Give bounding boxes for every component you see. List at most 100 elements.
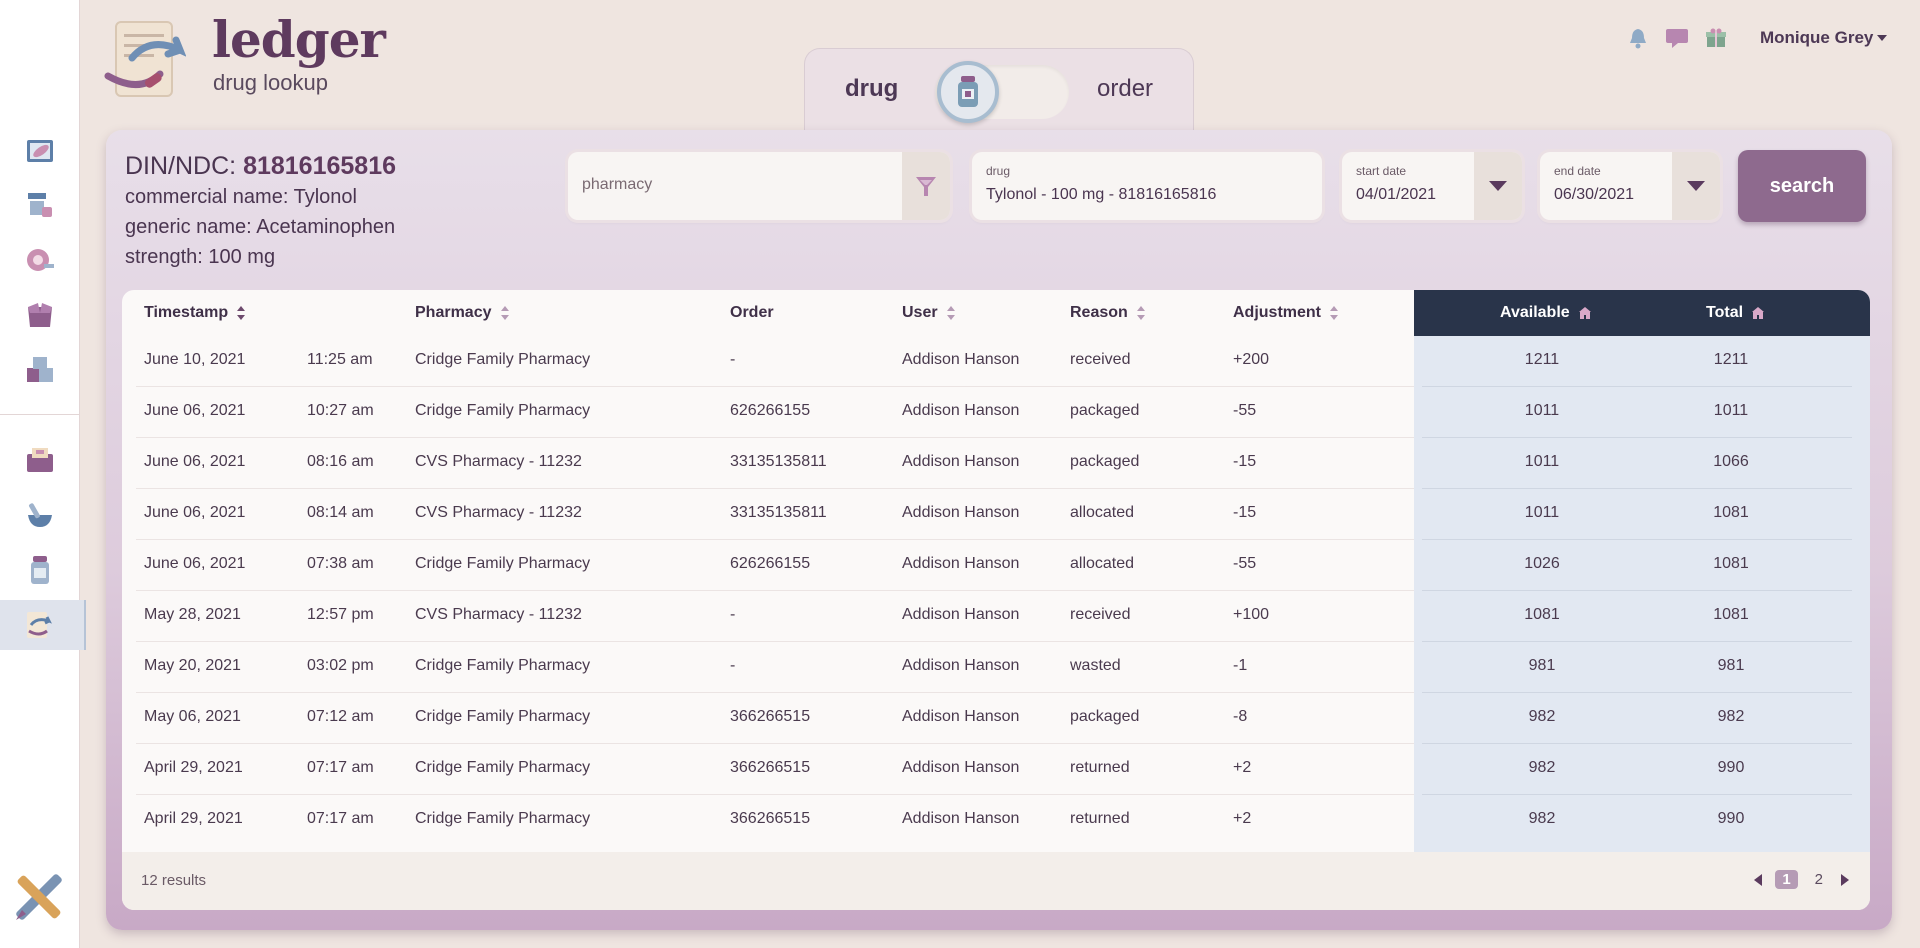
pill-box-icon: [27, 140, 53, 162]
cell-reason: returned: [1070, 810, 1130, 827]
cell-available: 982: [1528, 759, 1556, 776]
cell-available: 1011: [1524, 402, 1560, 419]
sidebar-item-mortar-pestle[interactable]: [0, 490, 86, 540]
page-button-1[interactable]: 1: [1775, 870, 1798, 889]
cell-user: Addison Hanson: [902, 606, 1020, 623]
cell-user: Addison Hanson: [902, 657, 1020, 674]
col-header-adjustment[interactable]: Adjustment: [1233, 304, 1339, 322]
cell-reason: received: [1070, 606, 1131, 623]
tools-settings-icon[interactable]: [8, 866, 70, 933]
col-header-user[interactable]: User: [902, 304, 956, 322]
tape-roll-icon: [27, 249, 54, 271]
mode-toggle-switch[interactable]: [935, 61, 1069, 123]
cell-order: -: [730, 657, 736, 674]
cell-order: 626266155: [730, 555, 811, 572]
drug-caption: drug: [986, 164, 1011, 178]
table-footer: 12 results 1 2: [122, 852, 1870, 910]
cell-adjustment: +2: [1233, 810, 1252, 827]
toggle-label-order[interactable]: order: [1097, 75, 1153, 103]
sidebar-item-folder-pills[interactable]: [0, 435, 86, 485]
cell-adjustment: +100: [1233, 606, 1270, 623]
cell-reason: allocated: [1070, 555, 1135, 572]
col-header-reason[interactable]: Reason: [1070, 304, 1146, 322]
table-row[interactable]: May 20, 2021 03:02 pm Cridge Family Pharma…: [136, 642, 1858, 693]
cell-pharmacy: Cridge Family Pharmacy: [415, 351, 591, 368]
table-row[interactable]: June 06, 2021 10:27 am Cridge Family Pharm…: [136, 387, 1858, 438]
col-header-timestamp[interactable]: Timestamp: [144, 304, 246, 322]
cell-reason: packaged: [1070, 708, 1140, 725]
cell-date: May 06, 2021: [144, 708, 241, 725]
cell-time: 12:57 pm: [307, 606, 374, 623]
table-row[interactable]: June 10, 2021 11:25 am Cridge Family Pharm…: [136, 336, 1858, 387]
pharmacy-filter[interactable]: pharmacy: [568, 152, 950, 220]
cell-total: 1081: [1713, 504, 1749, 521]
col-header-order-label: Order: [730, 304, 774, 321]
funnel-filter-icon: [916, 177, 936, 196]
sidebar-item-stacked-boxes[interactable]: [0, 345, 86, 395]
sidebar-item-tape-roll[interactable]: [0, 235, 86, 285]
toggle-knob[interactable]: [937, 61, 999, 123]
table-row[interactable]: June 06, 2021 08:14 am CVS Pharmacy - 1123…: [136, 489, 1858, 540]
sort-icon: [946, 306, 955, 320]
end-date-dropdown[interactable]: [1672, 152, 1720, 220]
end-date-field[interactable]: end date 06/30/2021: [1540, 152, 1720, 220]
sidebar-item-pharmacy-shelf[interactable]: [0, 180, 86, 230]
col-header-timestamp-label: Timestamp: [144, 304, 229, 321]
table-row[interactable]: June 06, 2021 07:38 am Cridge Family Pharm…: [136, 540, 1858, 591]
cell-date: May 20, 2021: [144, 657, 241, 674]
chevron-right-icon[interactable]: [1840, 873, 1850, 887]
cell-user: Addison Hanson: [902, 708, 1020, 725]
user-menu[interactable]: Monique Grey: [1760, 28, 1888, 48]
cell-reason: packaged: [1070, 402, 1140, 419]
toggle-label-drug[interactable]: drug: [845, 75, 898, 103]
cell-user: Addison Hanson: [902, 810, 1020, 827]
cell-reason: allocated: [1070, 504, 1135, 521]
cell-reason: received: [1070, 351, 1131, 368]
sidebar-item-medicine-bottle[interactable]: [0, 545, 86, 595]
chat-icon[interactable]: [1664, 26, 1690, 55]
cell-total: 1211: [1713, 351, 1749, 368]
start-date-dropdown[interactable]: [1474, 152, 1522, 220]
gift-icon[interactable]: [1704, 26, 1728, 55]
cell-order: 33135135811: [730, 504, 827, 521]
din-label: DIN/NDC:: [125, 152, 244, 180]
page-button-2[interactable]: 2: [1810, 870, 1828, 889]
brand-title: ledger: [212, 10, 386, 69]
bell-icon[interactable]: [1626, 26, 1650, 55]
cell-date: June 06, 2021: [144, 402, 246, 419]
sidebar-item-open-box[interactable]: [0, 290, 86, 340]
table-row[interactable]: May 06, 2021 07:12 am Cridge Family Pharma…: [136, 693, 1858, 744]
pharmacy-shelf-icon: [28, 193, 52, 217]
sort-icon: [1136, 306, 1145, 320]
sidebar-item-ledger[interactable]: [0, 600, 86, 650]
open-box-icon: [28, 303, 52, 327]
cell-total: 990: [1717, 810, 1745, 827]
table-row[interactable]: April 29, 2021 07:17 am Cridge Family Phar…: [136, 744, 1858, 795]
cell-order: 626266155: [730, 402, 811, 419]
table-row[interactable]: June 06, 2021 08:16 am CVS Pharmacy - 1123…: [136, 438, 1858, 489]
user-name: Monique Grey: [1760, 28, 1874, 47]
chevron-left-icon[interactable]: [1753, 873, 1763, 887]
cell-pharmacy: Cridge Family Pharmacy: [415, 657, 591, 674]
cell-order: 366266515: [730, 759, 811, 776]
pharmacy-filter-button[interactable]: [902, 152, 950, 220]
app-logo: [104, 18, 187, 105]
start-date-field[interactable]: start date 04/01/2021: [1342, 152, 1522, 220]
col-header-total-label: Total: [1706, 304, 1744, 321]
cell-available: 1011: [1524, 504, 1560, 521]
table-row[interactable]: April 29, 2021 07:17 am Cridge Family Phar…: [136, 795, 1858, 846]
cell-order: -: [730, 351, 736, 368]
col-header-adjustment-label: Adjustment: [1233, 304, 1321, 321]
cell-pharmacy: CVS Pharmacy - 11232: [415, 453, 582, 470]
sort-icon: [500, 306, 509, 320]
cell-pharmacy: Cridge Family Pharmacy: [415, 555, 591, 572]
col-header-pharmacy[interactable]: Pharmacy: [415, 304, 510, 322]
search-button[interactable]: search: [1738, 150, 1866, 222]
drug-field[interactable]: drug Tylonol - 100 mg - 81816165816: [972, 152, 1322, 220]
cell-total: 1066: [1713, 453, 1749, 470]
chevron-down-icon: [1687, 181, 1705, 191]
sidebar-item-pill-box[interactable]: [0, 125, 86, 175]
table-row[interactable]: May 28, 2021 12:57 pm CVS Pharmacy - 11232…: [136, 591, 1858, 642]
cell-time: 07:17 am: [307, 759, 374, 776]
cell-user: Addison Hanson: [902, 402, 1020, 419]
